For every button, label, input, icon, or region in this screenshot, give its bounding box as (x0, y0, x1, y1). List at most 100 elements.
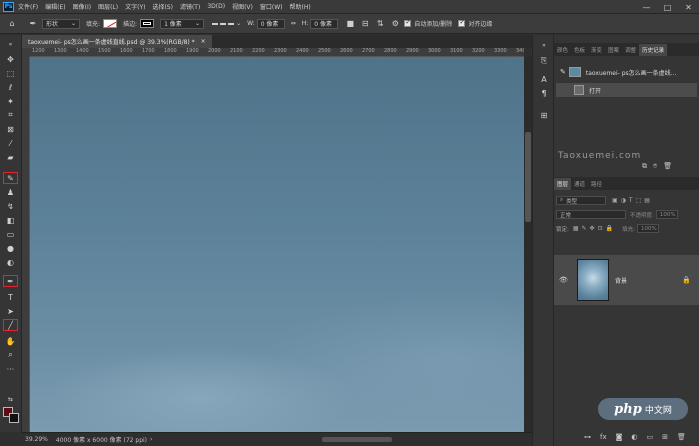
toolbar-collapse-icon[interactable]: « (3, 38, 18, 50)
auto-add-delete-checkbox[interactable]: 自动添加/删除 (404, 18, 452, 28)
close-icon[interactable]: × (201, 38, 206, 45)
menu-help[interactable]: 帮助(H) (290, 2, 311, 11)
gear-icon[interactable]: ⚙ (389, 18, 401, 30)
eraser-tool-icon[interactable]: ◧ (3, 214, 18, 226)
new-document-from-state-icon[interactable]: ⧉ (642, 162, 647, 171)
history-snapshot[interactable]: ✎ taoxuemei- ps怎么画一条虚线... (556, 65, 697, 79)
home-icon[interactable]: ⌂ (6, 18, 18, 30)
tab-patterns[interactable]: 图案 (605, 44, 622, 56)
blur-tool-icon[interactable]: ● (3, 242, 18, 254)
tool-mode-select[interactable]: 形状 ⌄ (42, 18, 80, 29)
color-swatches[interactable] (3, 407, 19, 423)
gradient-tool-icon[interactable]: ▭ (3, 228, 18, 240)
lasso-tool-icon[interactable]: ℓ (3, 81, 18, 93)
camera-icon[interactable]: ⌾ (653, 162, 657, 171)
horizontal-ruler[interactable]: 1200 1300 1400 1500 1600 1700 1800 1900 2000 2100… (30, 48, 524, 57)
eyedropper-tool-icon[interactable]: ⁄ (3, 137, 18, 149)
properties-panel-icon[interactable]: ⊞ (537, 109, 551, 121)
dodge-tool-icon[interactable]: ◐ (3, 256, 18, 268)
layer-row-background[interactable]: 👁 背景 🔒 (554, 255, 699, 305)
swap-colors-icon[interactable]: ⇆ (3, 393, 18, 405)
fill-field[interactable]: 100% (636, 224, 659, 233)
tab-layers[interactable]: 图层 (554, 178, 572, 190)
menu-filter[interactable]: 滤镜(T) (180, 2, 200, 11)
magic-wand-tool-icon[interactable]: ✦ (3, 95, 18, 107)
minimize-button[interactable]: — (636, 0, 657, 14)
stroke-swatch[interactable] (140, 19, 155, 28)
scrollbar-thumb[interactable] (525, 132, 531, 222)
opacity-field[interactable]: 100% (655, 210, 678, 219)
stroke-option[interactable]: 描边: (123, 19, 155, 28)
menu-select[interactable]: 选择(S) (152, 2, 173, 11)
pen-tool-icon[interactable]: ✒ (3, 275, 18, 287)
vertical-scrollbar[interactable] (524, 57, 532, 432)
tab-adjustments[interactable]: 调整 (622, 44, 639, 56)
adjustment-layer-icon[interactable]: ◐ (631, 433, 637, 441)
layer-filter-icons[interactable]: ▣◑T⬚▤ (612, 197, 653, 204)
tab-channels[interactable]: 通道 (571, 178, 588, 190)
align-edges-checkbox[interactable]: 对齐边缘 (458, 18, 492, 28)
background-color-swatch[interactable] (9, 413, 19, 423)
new-layer-icon[interactable]: ⊞ (662, 433, 668, 441)
status-menu-arrow[interactable]: › (150, 436, 152, 443)
frame-tool-icon[interactable]: ⊠ (3, 123, 18, 135)
clone-stamp-tool-icon[interactable]: ♟ (3, 186, 18, 198)
image-canvas[interactable] (30, 57, 524, 432)
blend-mode-select[interactable]: 正常 (556, 210, 626, 219)
more-tools-icon[interactable]: ··· (3, 363, 18, 375)
horizontal-scrollbar-thumb[interactable] (322, 437, 392, 442)
zoom-tool-icon[interactable]: ⌕ (3, 349, 18, 361)
character-panel-icon[interactable]: A (537, 73, 551, 85)
hand-tool-icon[interactable]: ✋ (3, 335, 18, 347)
tab-gradients[interactable]: 渐变 (588, 44, 605, 56)
fx-icon[interactable]: fx (600, 433, 607, 441)
path-arrangement-icon[interactable]: ⇅ (374, 18, 386, 30)
crop-tool-icon[interactable]: ⌗ (3, 109, 18, 121)
move-tool-icon[interactable]: ✥ (3, 53, 18, 65)
stroke-width-field[interactable]: 1 像素 ⌄ (160, 18, 205, 29)
type-tool-icon[interactable]: T (3, 291, 18, 303)
history-step[interactable]: 打开 (556, 83, 697, 97)
menu-file[interactable]: 文件(F) (18, 2, 38, 11)
vertical-ruler[interactable] (22, 57, 30, 432)
menu-view[interactable]: 视图(V) (232, 2, 253, 11)
zoom-level[interactable]: 39.29% (25, 436, 48, 443)
menu-window[interactable]: 窗口(W) (260, 2, 283, 11)
fill-swatch[interactable] (103, 19, 118, 28)
stroke-type-select[interactable]: ⌄ (210, 20, 241, 27)
tab-history[interactable]: 历史记录 (639, 44, 668, 56)
trash-icon[interactable]: 🗑 (677, 433, 686, 441)
maximize-button[interactable]: □ (657, 0, 678, 14)
layer-kind-filter[interactable]: ⌕ 类型 (556, 196, 606, 205)
tab-color[interactable]: 颜色 (554, 44, 571, 56)
menu-type[interactable]: 文字(Y) (125, 2, 145, 11)
marquee-tool-icon[interactable]: ⬚ (3, 67, 18, 79)
line-tool-icon[interactable]: ╱ (3, 319, 18, 331)
history-panel-icon[interactable]: ⎘ (537, 55, 551, 67)
menu-image[interactable]: 图像(I) (73, 2, 91, 11)
group-folder-icon[interactable]: ▭ (647, 433, 654, 441)
history-brush-tool-icon[interactable]: ↯ (3, 200, 18, 212)
close-button[interactable]: ✕ (678, 0, 699, 14)
path-alignment-icon[interactable]: ⊟ (359, 18, 371, 30)
menu-edit[interactable]: 编辑(E) (45, 2, 65, 11)
tab-swatches[interactable]: 色板 (571, 44, 588, 56)
eye-icon[interactable]: 👁 (559, 276, 571, 284)
paragraph-panel-icon[interactable]: ¶ (537, 87, 551, 99)
path-operations-icon[interactable]: ■ (344, 18, 356, 30)
lock-options-icons[interactable]: ▦✎✥⊡🔒 (573, 225, 616, 232)
menu-3d[interactable]: 3D(D) (207, 3, 225, 10)
tab-paths[interactable]: 路径 (588, 178, 605, 190)
menu-layer[interactable]: 图层(L) (98, 2, 118, 11)
document-tab[interactable]: taoxuemei- ps怎么画一条虚线直线.psd @ 39.3%(RGB/8… (22, 35, 212, 48)
width-field[interactable]: W: 0 像素 (247, 18, 285, 29)
fill-option[interactable]: 填充: (86, 19, 118, 28)
collapse-panels-icon[interactable]: » (537, 39, 551, 51)
height-field[interactable]: H: 0 像素 (302, 18, 339, 29)
layer-mask-icon[interactable]: ◙ (616, 433, 623, 441)
trash-icon[interactable]: 🗑 (663, 162, 672, 171)
path-selection-tool-icon[interactable]: ➤ (3, 305, 18, 317)
pen-tool-preset-icon[interactable]: ✒ (27, 18, 39, 30)
link-dimensions-icon[interactable]: ⇔ (291, 20, 296, 27)
brush-tool-icon[interactable]: ✎ (3, 172, 18, 184)
